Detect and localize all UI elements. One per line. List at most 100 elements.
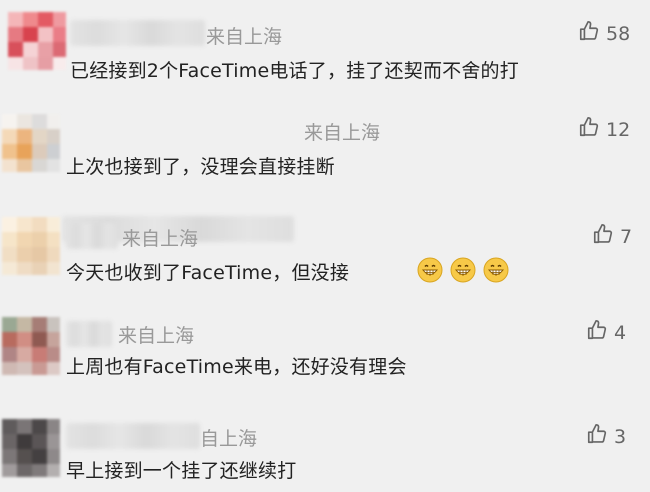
like-button[interactable]: 4 bbox=[586, 319, 626, 346]
avatar-pixel bbox=[32, 114, 47, 129]
avatar-pixel bbox=[17, 159, 32, 172]
avatar-pixel bbox=[2, 217, 17, 232]
avatar-pixel bbox=[2, 434, 17, 449]
avatar-pixel bbox=[32, 434, 47, 449]
avatar-pixel bbox=[23, 42, 38, 57]
avatar-pixel bbox=[47, 464, 60, 477]
like-count: 3 bbox=[614, 425, 627, 448]
avatar-pixel bbox=[17, 362, 32, 375]
avatar-pixel bbox=[32, 232, 47, 247]
avatar-pixel bbox=[8, 42, 23, 57]
username-blurred[interactable] bbox=[66, 321, 112, 347]
avatar[interactable] bbox=[8, 12, 66, 70]
avatar-pixel bbox=[8, 12, 23, 27]
avatar-pixel bbox=[17, 434, 32, 449]
avatar-pixel bbox=[17, 262, 32, 275]
avatar-pixel bbox=[32, 317, 47, 332]
avatar-pixel bbox=[17, 232, 32, 247]
avatar-pixel bbox=[17, 317, 32, 332]
avatar-pixel bbox=[2, 232, 17, 247]
avatar-pixel bbox=[23, 57, 38, 70]
avatar-pixel bbox=[2, 159, 17, 172]
grinning-face-icon bbox=[483, 257, 509, 283]
like-count: 12 bbox=[606, 118, 631, 141]
thumbs-up-icon bbox=[586, 423, 608, 450]
avatar-pixel bbox=[47, 129, 60, 144]
comment-text: 今天也收到了FaceTime，但没接 bbox=[66, 262, 350, 284]
avatar-pixel bbox=[2, 362, 17, 375]
avatar-pixel bbox=[2, 144, 17, 159]
comment-item: 来自上海 已经接到2个FaceTime电话了，挂了还契而不舍的打 58 bbox=[0, 0, 650, 100]
emoji-group bbox=[415, 257, 509, 283]
like-button[interactable]: 12 bbox=[578, 116, 630, 143]
thumbs-up-icon bbox=[586, 319, 608, 346]
username-blurred[interactable] bbox=[70, 20, 205, 46]
avatar-pixel bbox=[2, 449, 17, 464]
avatar-pixel bbox=[47, 217, 60, 232]
comment-text: 上次也接到了，没理会直接挂断 bbox=[66, 156, 335, 178]
like-button[interactable]: 58 bbox=[578, 20, 630, 47]
avatar-pixel bbox=[32, 464, 47, 477]
comment-text: 上周也有FaceTime来电，还好没有理会 bbox=[66, 356, 407, 378]
avatar-pixel bbox=[38, 42, 53, 57]
thumbs-up-icon bbox=[578, 116, 600, 143]
comment-item: 来自上海 上周也有FaceTime来电，还好没有理会 4 bbox=[0, 305, 650, 405]
avatar-pixel bbox=[32, 449, 47, 464]
avatar[interactable] bbox=[2, 217, 60, 275]
avatar-pixel bbox=[47, 247, 60, 262]
avatar-pixel bbox=[32, 129, 47, 144]
thumbs-up-icon bbox=[578, 20, 600, 47]
avatar-pixel bbox=[2, 347, 17, 362]
avatar-pixel bbox=[2, 114, 17, 129]
avatar-pixel bbox=[47, 262, 60, 275]
avatar-pixel bbox=[38, 57, 53, 70]
grinning-face-icon bbox=[417, 257, 443, 283]
username-blurred[interactable] bbox=[66, 423, 200, 449]
avatar-pixel bbox=[17, 332, 32, 347]
avatar-pixel bbox=[47, 114, 60, 129]
comment-location: 来自上海 bbox=[206, 26, 283, 48]
avatar-pixel bbox=[53, 42, 66, 57]
avatar-pixel bbox=[47, 144, 60, 159]
avatar-pixel bbox=[32, 419, 47, 434]
like-count: 58 bbox=[606, 22, 631, 45]
comment-item: 自上海 早上接到一个挂了还继续打 3 bbox=[0, 405, 650, 492]
avatar-pixel bbox=[17, 217, 32, 232]
avatar-pixel bbox=[8, 27, 23, 42]
like-button[interactable]: 3 bbox=[586, 423, 626, 450]
username-blurred[interactable] bbox=[66, 223, 118, 249]
avatar-pixel bbox=[2, 317, 17, 332]
avatar-pixel bbox=[32, 217, 47, 232]
like-count: 4 bbox=[614, 321, 627, 344]
like-count: 7 bbox=[620, 225, 633, 248]
avatar-pixel bbox=[17, 464, 32, 477]
like-button[interactable]: 7 bbox=[592, 223, 632, 250]
comment-location: 来自上海 bbox=[304, 122, 381, 144]
grinning-face-icon bbox=[450, 257, 476, 283]
avatar-pixel bbox=[17, 449, 32, 464]
avatar-pixel bbox=[47, 332, 60, 347]
avatar-pixel bbox=[32, 144, 47, 159]
avatar-pixel bbox=[38, 12, 53, 27]
avatar-pixel bbox=[2, 129, 17, 144]
avatar-pixel bbox=[38, 27, 53, 42]
comment-text: 已经接到2个FaceTime电话了，挂了还契而不舍的打 bbox=[70, 60, 519, 82]
avatar-pixel bbox=[47, 159, 60, 172]
avatar[interactable] bbox=[2, 114, 60, 172]
avatar-pixel bbox=[17, 347, 32, 362]
avatar-pixel bbox=[32, 159, 47, 172]
avatar[interactable] bbox=[2, 317, 60, 375]
avatar-pixel bbox=[2, 464, 17, 477]
avatar-pixel bbox=[23, 12, 38, 27]
avatar-pixel bbox=[17, 247, 32, 262]
avatar-pixel bbox=[17, 419, 32, 434]
avatar-pixel bbox=[17, 114, 32, 129]
avatar-pixel bbox=[32, 347, 47, 362]
avatar-pixel bbox=[47, 232, 60, 247]
avatar-pixel bbox=[17, 129, 32, 144]
comment-item: 来自上海 上次也接到了，没理会直接挂断 12 bbox=[0, 100, 650, 242]
avatar-pixel bbox=[47, 317, 60, 332]
avatar-pixel bbox=[32, 362, 47, 375]
avatar[interactable] bbox=[2, 419, 60, 477]
avatar-pixel bbox=[47, 419, 60, 434]
